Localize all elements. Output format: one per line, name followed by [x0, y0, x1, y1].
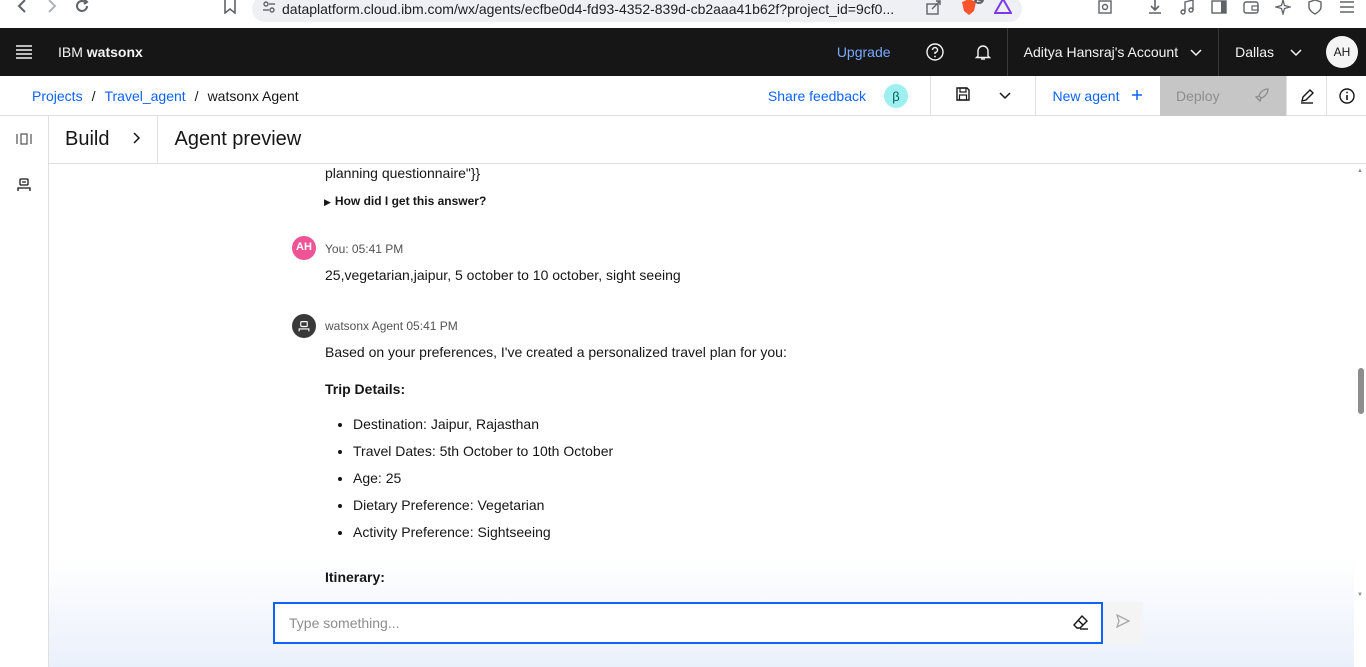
page-toolbar: Projects / Travel_agent / watsonx Agent …: [0, 76, 1366, 116]
itinerary-heading: Itinerary:: [325, 569, 385, 585]
app-header: IBM watsonx Upgrade Aditya Hansraj's Acc…: [0, 28, 1366, 76]
user-avatar[interactable]: AH: [1318, 28, 1366, 76]
info-icon[interactable]: [1326, 76, 1366, 116]
user-avatar: AH: [292, 236, 316, 260]
deploy-button[interactable]: Deploy: [1160, 76, 1286, 116]
browser-menu-icon[interactable]: [1338, 0, 1356, 16]
add-icon: [1131, 88, 1143, 104]
scrollbar[interactable]: ▲ ▼: [1354, 164, 1366, 604]
breadcrumb-project[interactable]: Travel_agent: [104, 88, 185, 104]
how-did-i-get-this-answer[interactable]: ▶ How did I get this answer?: [324, 193, 486, 210]
browser-toolbar: dataplatform.cloud.ibm.com/wx/agents/ecf…: [0, 0, 1366, 28]
list-item: Age: 25: [353, 468, 613, 495]
region-switcher[interactable]: Dallas: [1218, 28, 1318, 76]
back-icon[interactable]: [12, 0, 32, 16]
new-agent-button[interactable]: New agent: [1035, 76, 1160, 116]
agent-avatar-icon: [292, 314, 316, 338]
new-agent-label: New agent: [1052, 88, 1120, 104]
page-title: Agent preview: [174, 128, 302, 150]
beta-badge: β: [884, 84, 908, 108]
vpn-icon[interactable]: [1306, 0, 1324, 16]
reload-icon[interactable]: [72, 0, 92, 16]
share-feedback-link[interactable]: Share feedback: [768, 88, 866, 104]
left-rail: [0, 116, 49, 667]
trip-details-list: Destination: Jaipur, Rajasthan Travel Da…: [325, 414, 613, 549]
music-icon[interactable]: [1178, 0, 1196, 16]
scroll-down-arrow-icon[interactable]: ▼: [1357, 592, 1363, 598]
breadcrumb-separator: /: [91, 87, 96, 104]
help-icon[interactable]: [911, 28, 959, 76]
sub-header: Build Agent preview: [49, 115, 1366, 164]
menu-icon[interactable]: [0, 28, 48, 76]
eraser-icon[interactable]: [1073, 614, 1089, 635]
previous-message-tail: planning questionnaire"}}: [325, 165, 481, 181]
site-info-icon[interactable]: [262, 0, 276, 19]
how-label: How did I get this answer?: [334, 194, 487, 208]
brand-prefix: IBM: [58, 44, 83, 60]
browser-extension-icons: [1096, 0, 1366, 18]
list-item: Dietary Preference: Vegetarian: [353, 495, 613, 522]
build-link[interactable]: Build: [65, 128, 109, 151]
url-text: dataplatform.cloud.ibm.com/wx/agents/ecf…: [282, 1, 895, 17]
sidebar-icon[interactable]: [1210, 0, 1228, 16]
edit-icon[interactable]: [1286, 76, 1326, 116]
save-icon[interactable]: [955, 86, 971, 107]
chevron-right-icon[interactable]: [133, 131, 141, 149]
send-button[interactable]: [1103, 602, 1143, 644]
scroll-thumb[interactable]: [1358, 368, 1364, 414]
chat-input-container: [273, 602, 1103, 644]
rocket-icon: [1254, 87, 1270, 106]
avatar-initials: AH: [1326, 36, 1358, 68]
breadcrumb: Projects / Travel_agent / watsonx Agent: [32, 88, 299, 104]
chevron-down-icon: [1190, 44, 1202, 60]
trip-details-heading: Trip Details:: [325, 381, 406, 397]
user-message-text: 25,vegetarian,jaipur, 5 october to 10 oc…: [325, 267, 681, 283]
panel-toggle-icon[interactable]: [0, 116, 48, 162]
brave-rewards-icon[interactable]: [993, 0, 1013, 19]
list-item: Destination: Jaipur, Rajasthan: [353, 414, 613, 441]
chevron-down-icon[interactable]: [999, 87, 1011, 105]
chevron-down-icon: [1290, 44, 1302, 60]
chat-panel: ▲ ▼ planning questionnaire"}} ▶ How did I…: [49, 164, 1366, 667]
account-switcher[interactable]: Aditya Hansraj's Account: [1006, 28, 1218, 76]
share-page-icon[interactable]: [926, 0, 942, 20]
message-meta: watsonx Agent 05:41 PM: [325, 319, 458, 333]
leo-ai-icon[interactable]: [1274, 0, 1292, 16]
deploy-label: Deploy: [1176, 88, 1220, 104]
wallet-icon[interactable]: [1242, 0, 1260, 16]
region-label: Dallas: [1235, 44, 1274, 60]
message-meta: You: 05:41 PM: [325, 242, 404, 256]
reader-mode-icon[interactable]: [1096, 0, 1114, 16]
download-icon[interactable]: [1146, 0, 1164, 16]
list-item: Travel Dates: 5th October to 10th Octobe…: [353, 441, 613, 468]
divider: [157, 115, 159, 164]
account-label: Aditya Hansraj's Account: [1023, 44, 1179, 60]
breadcrumb-projects[interactable]: Projects: [32, 88, 83, 104]
list-item: Activity Preference: Sightseeing: [353, 522, 613, 549]
breadcrumb-current: watsonx Agent: [207, 87, 299, 104]
brand-name[interactable]: IBM watsonx: [58, 44, 143, 60]
notification-icon[interactable]: [959, 28, 1007, 76]
bookmark-icon[interactable]: [220, 0, 240, 16]
brand-product: watsonx: [86, 44, 143, 60]
agent-icon[interactable]: [0, 162, 48, 208]
breadcrumb-separator: /: [194, 87, 199, 104]
address-bar[interactable]: dataplatform.cloud.ibm.com/wx/agents/ecf…: [252, 0, 1022, 22]
upgrade-link[interactable]: Upgrade: [817, 44, 911, 60]
caret-right-icon: ▶: [324, 197, 331, 207]
save-menu: [930, 76, 1035, 116]
agent-intro-text: Based on your preferences, I've created …: [325, 344, 787, 360]
forward-icon[interactable]: [42, 0, 62, 16]
send-icon: [1115, 613, 1131, 633]
scroll-up-arrow-icon[interactable]: ▲: [1357, 168, 1363, 174]
chat-input[interactable]: [289, 615, 1059, 631]
